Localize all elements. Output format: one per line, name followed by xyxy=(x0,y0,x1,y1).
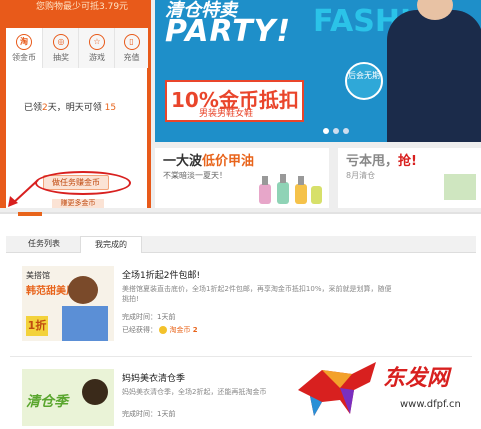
tab-label: 充值 xyxy=(123,53,140,62)
carousel-dot[interactable] xyxy=(343,128,349,134)
model-hair xyxy=(68,276,98,304)
completion-time: 完成时间：1天前 xyxy=(122,410,176,418)
red-arrow-icon xyxy=(8,179,39,207)
watermark-logo: 东发网 xyxy=(383,366,450,391)
earn-more-coins-button[interactable]: 赚更多金币 xyxy=(52,199,104,208)
model-shirt-image xyxy=(387,10,481,142)
task-row[interactable]: 美搭馆 韩范甜美风 1折 全场1折起2件包邮! 美搭馆夏装直击底价，全场1折起2… xyxy=(22,266,470,346)
coin-icon xyxy=(159,326,168,334)
lottery-icon: ◎ xyxy=(53,34,69,50)
coin-panel: 您购物最少可抵3.79元 淘 领金币 ◎ 抽奖 ☆ 游戏 ▯ 充值 已领2天，明… xyxy=(0,0,151,208)
movie-badge: 后会无期 xyxy=(345,62,383,100)
task-title: 全场1折起2件包邮! xyxy=(122,271,201,281)
completion-time: 完成时间：1天前 xyxy=(122,313,176,321)
tab-label: 抽奖 xyxy=(53,53,69,62)
divider xyxy=(10,356,472,357)
phone-icon: ▯ xyxy=(123,34,140,50)
bull-logo-icon xyxy=(298,362,376,416)
tab-games[interactable]: ☆ 游戏 xyxy=(78,28,115,68)
nail-polish-bottles-icon xyxy=(259,174,322,204)
model-shirt xyxy=(62,306,108,341)
promo-card-clearance[interactable]: 亏本甩，抢! 8月清仓 xyxy=(338,148,481,208)
coin-discount-box: 10%金币抵扣 男装男鞋女鞋 xyxy=(165,80,304,122)
top-section: 您购物最少可抵3.79元 淘 领金币 ◎ 抽奖 ☆ 游戏 ▯ 充值 已领2天，明… xyxy=(0,0,481,212)
discount-header: 您购物最少可抵3.79元 xyxy=(36,2,129,12)
promo-card-nail-polish[interactable]: 一大波低价甲油 不棠暗淡一夏天！ xyxy=(155,148,329,208)
product-thumbnail xyxy=(444,174,476,200)
promo-banner[interactable]: 清仓特卖 PARTY! 10%金币抵扣 男装男鞋女鞋 FASHIO 后会无期 xyxy=(155,0,481,142)
earned-coins: 已经获得： 淘金币 2 xyxy=(122,326,198,334)
task-section: 任务列表 我完成的 美搭馆 韩范甜美风 1折 全场1折起2件包邮! 美搭馆夏装直… xyxy=(0,212,481,426)
section-accent xyxy=(18,212,42,216)
task-title: 妈妈美衣清仓季 xyxy=(122,374,186,384)
sign-in-status: 已领2天，明天可领 15 xyxy=(24,103,117,113)
tab-get-coins[interactable]: 淘 领金币 xyxy=(6,28,42,68)
task-image: 美搭馆 韩范甜美风 1折 xyxy=(22,266,114,341)
carousel-dot[interactable] xyxy=(333,128,339,134)
tab-recharge[interactable]: ▯ 充值 xyxy=(114,28,148,68)
task-image: 清仓季 xyxy=(22,369,114,426)
tab-label: 游戏 xyxy=(89,53,105,62)
model-hair xyxy=(82,379,108,405)
tab-completed[interactable]: 我完成的 xyxy=(80,236,142,253)
watermark-url: www.dfpf.cn xyxy=(400,399,461,410)
banner-party-text: PARTY! xyxy=(165,14,292,49)
task-description: 美搭馆夏装直击底价，全场1折起2件包邮，再享淘金币抵扣10%，采前就是划算，随便… xyxy=(122,285,392,303)
tab-task-list[interactable]: 任务列表 xyxy=(22,236,66,252)
task-tabbar: 任务列表 我完成的 xyxy=(6,236,476,253)
highlight-circle xyxy=(35,171,131,195)
tab-lottery[interactable]: ◎ 抽奖 xyxy=(42,28,79,68)
tab-label: 领金币 xyxy=(12,53,36,62)
carousel-dot[interactable] xyxy=(323,128,329,134)
taobao-icon: 淘 xyxy=(16,34,32,50)
star-icon: ☆ xyxy=(89,34,105,50)
